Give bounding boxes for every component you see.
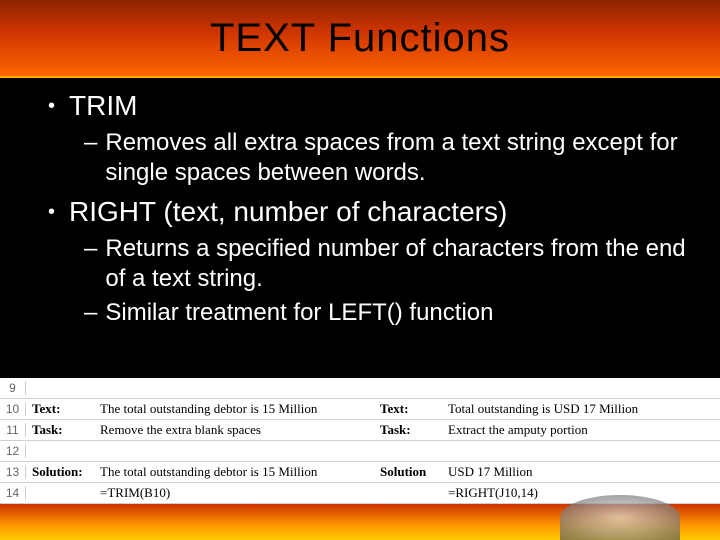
- solution-label-right: Solution: [374, 464, 444, 480]
- bullet-right-label: RIGHT (text, number of characters): [69, 196, 507, 228]
- table-row: 12: [0, 441, 720, 462]
- text-value-left: The total outstanding debtor is 15 Milli…: [96, 401, 374, 417]
- task-value-right: Extract the amputy portion: [444, 422, 720, 438]
- task-label-left: Task:: [26, 422, 96, 438]
- sub-bullet-right-desc1: – Returns a specified number of characte…: [84, 234, 690, 294]
- bullet-right: • RIGHT (text, number of characters): [48, 196, 690, 228]
- slide-title: TEXT Functions: [210, 16, 510, 61]
- bullet-dot: •: [48, 90, 55, 122]
- row-number: 12: [0, 444, 26, 458]
- task-value-left: Remove the extra blank spaces: [96, 422, 374, 438]
- sub-bullet-right-desc2: – Similar treatment for LEFT() function: [84, 298, 690, 328]
- bullet-trim-label: TRIM: [69, 90, 137, 122]
- footer-decoration: [560, 495, 680, 540]
- right-desc2-text: Similar treatment for LEFT() function: [105, 298, 493, 328]
- row-number: 14: [0, 486, 26, 500]
- trim-desc-text: Removes all extra spaces from a text str…: [105, 128, 690, 188]
- bullet-dot: •: [48, 196, 55, 228]
- table-row: 9: [0, 378, 720, 399]
- formula-right: =RIGHT(J10,14): [444, 485, 720, 501]
- row-number: 11: [0, 423, 26, 437]
- dash-icon: –: [84, 234, 97, 264]
- row-number: 9: [0, 381, 26, 395]
- table-row: 11 Task: Remove the extra blank spaces T…: [0, 420, 720, 441]
- task-label-right: Task:: [374, 422, 444, 438]
- table-row: 10 Text: The total outstanding debtor is…: [0, 399, 720, 420]
- right-desc1-text: Returns a specified number of characters…: [105, 234, 690, 294]
- text-value-right: Total outstanding is USD 17 Million: [444, 401, 720, 417]
- text-label-left: Text:: [26, 401, 96, 417]
- table-row: 13 Solution: The total outstanding debto…: [0, 462, 720, 483]
- solution-value-left: The total outstanding debtor is 15 Milli…: [96, 464, 374, 480]
- text-label-right: Text:: [374, 401, 444, 417]
- slide-header: TEXT Functions: [0, 0, 720, 78]
- solution-label-left: Solution:: [26, 464, 96, 480]
- dash-icon: –: [84, 128, 97, 158]
- row-number: 13: [0, 465, 26, 479]
- solution-value-right: USD 17 Million: [444, 464, 720, 480]
- dash-icon: –: [84, 298, 97, 328]
- formula-left: =TRIM(B10): [96, 485, 374, 501]
- sub-bullet-trim-desc: – Removes all extra spaces from a text s…: [84, 128, 690, 188]
- bullet-trim: • TRIM: [48, 90, 690, 122]
- row-number: 10: [0, 402, 26, 416]
- slide-content: • TRIM – Removes all extra spaces from a…: [0, 78, 720, 328]
